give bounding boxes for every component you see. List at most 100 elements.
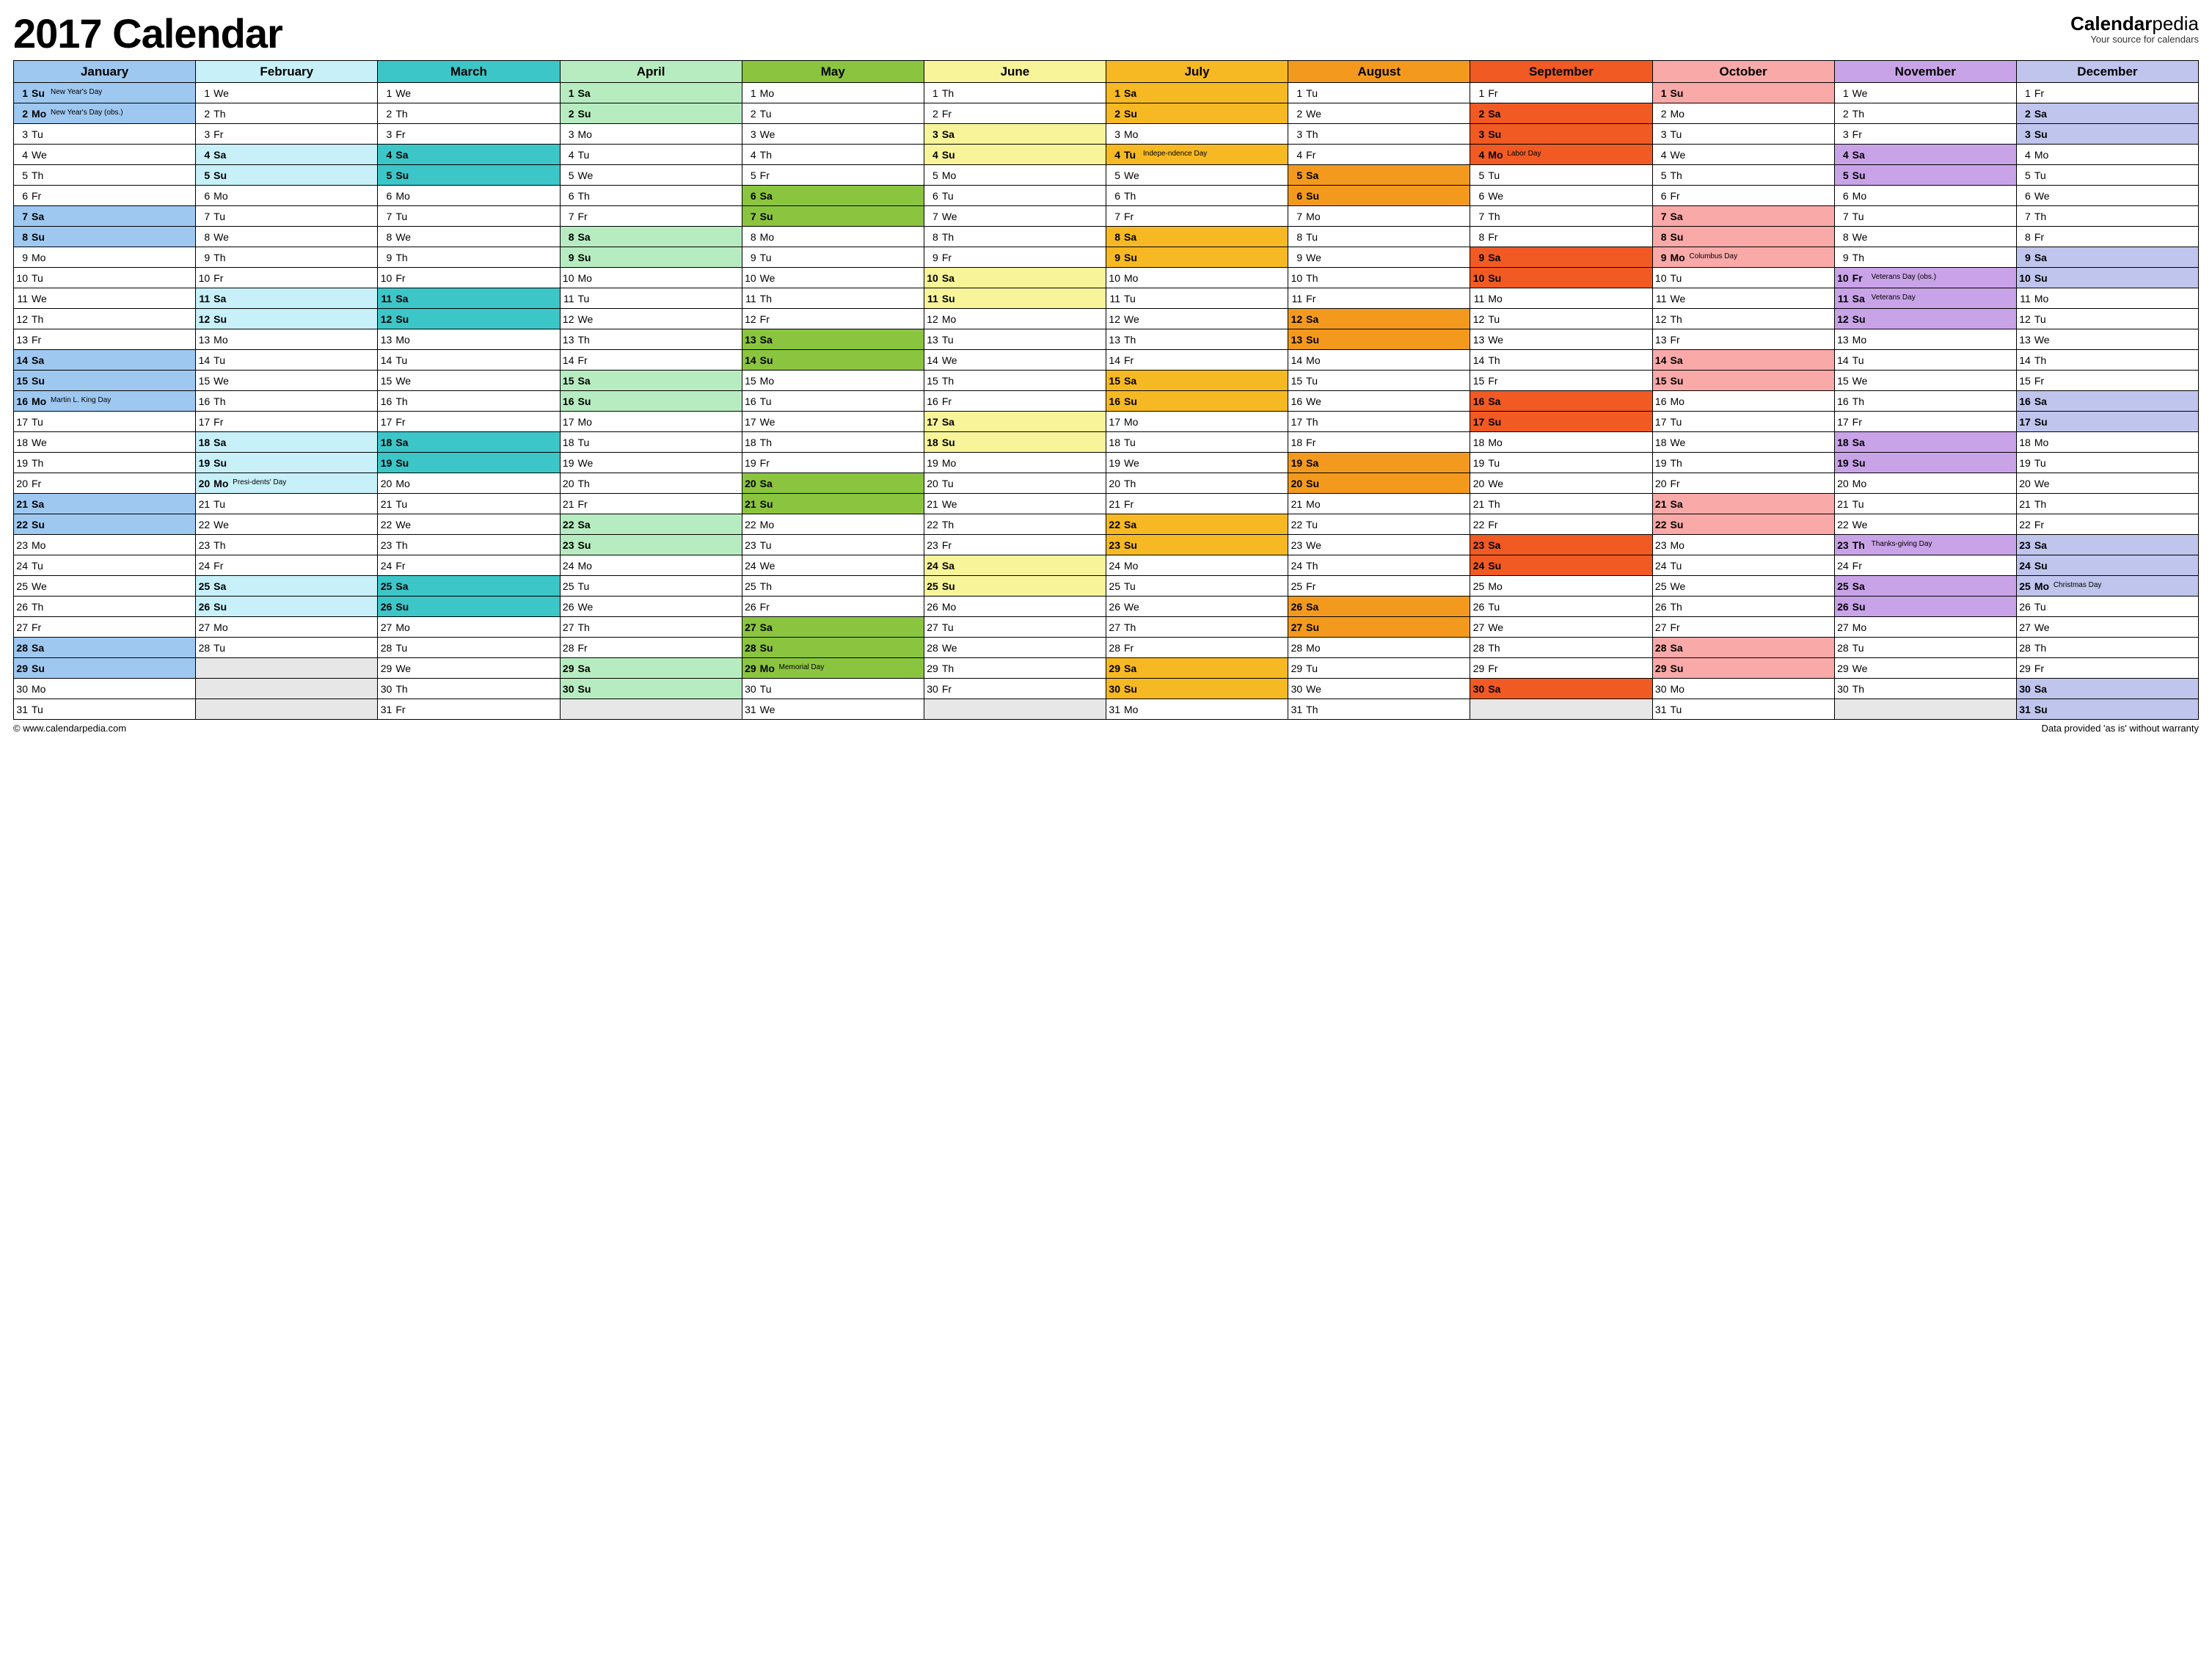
day-of-week: Sa: [212, 437, 231, 448]
day-number: 1: [1288, 87, 1304, 99]
day-cell: 23Tu: [742, 535, 924, 555]
day-number: 17: [1106, 416, 1123, 428]
day-number: 26: [561, 601, 577, 613]
day-cell: 22Fr: [1470, 514, 1651, 535]
day-number: 31: [1288, 704, 1304, 715]
day-cell: 21We: [924, 494, 1106, 514]
day-number: 17: [924, 416, 941, 428]
day-number: 22: [742, 519, 759, 530]
day-cell: 15We: [1835, 371, 2016, 391]
day-cell: 19Th: [1653, 453, 1834, 473]
day-number: 4: [378, 149, 394, 161]
day-of-week: Su: [1851, 313, 1870, 325]
day-of-week: Su: [941, 437, 960, 448]
day-number: 29: [378, 663, 394, 674]
day-of-week: Mo: [1486, 293, 1505, 304]
day-cell: 23Mo: [1653, 535, 1834, 555]
day-number: 18: [1106, 437, 1123, 448]
day-of-week: We: [1851, 375, 1870, 387]
day-number: 10: [1653, 272, 1669, 284]
day-cell: 23Sa: [1470, 535, 1651, 555]
day-cell: 2Th: [378, 103, 559, 124]
day-cell: 24We: [742, 555, 924, 576]
day-cell: 18Tu: [561, 432, 742, 453]
day-cell: 18Sa: [1835, 432, 2016, 453]
day-cell: 19Sa: [1288, 453, 1470, 473]
day-number: 24: [742, 560, 759, 572]
day-cell: 5Su: [378, 165, 559, 186]
day-number: 14: [1470, 354, 1486, 366]
day-cell: 27Sa: [742, 617, 924, 638]
day-number: 31: [742, 704, 759, 715]
day-number: 7: [14, 211, 30, 222]
month-column: September1Fr2Sa3Su4MoLabor Day5Tu6We7Th8…: [1470, 61, 1652, 720]
day-cell: 5Tu: [2017, 165, 2198, 186]
day-of-week: Tu: [212, 211, 231, 222]
day-of-week: We: [394, 663, 413, 674]
day-number: 27: [14, 621, 30, 633]
day-of-week: We: [1851, 663, 1870, 674]
day-of-week: Su: [30, 519, 49, 530]
day-number: 7: [196, 211, 212, 222]
day-number: 30: [1835, 683, 1851, 695]
day-number: 6: [378, 190, 394, 202]
day-of-week: Fr: [30, 621, 49, 633]
day-number: 23: [742, 539, 759, 551]
day-number: 10: [196, 272, 212, 284]
day-cell: 12Su: [196, 309, 377, 329]
day-cell: 1We: [196, 83, 377, 103]
day-cell: 13We: [1470, 329, 1651, 350]
day-cell: 23Th: [378, 535, 559, 555]
day-cell: 10Fr: [378, 268, 559, 288]
day-of-week: Mo: [1669, 683, 1688, 695]
day-cell: 30Sa: [1470, 679, 1651, 699]
day-cell: 21Su: [742, 494, 924, 514]
day-cell: 17Su: [2017, 412, 2198, 432]
day-number: 14: [196, 354, 212, 366]
day-cell: 5Sa: [1288, 165, 1470, 186]
day-of-week: Sa: [1851, 580, 1870, 592]
day-cell: 26Mo: [924, 597, 1106, 617]
day-of-week: Tu: [759, 252, 778, 263]
day-of-week: Th: [1851, 395, 1870, 407]
month-column: August1Tu2We3Th4Fr5Sa6Su7Mo8Tu9We10Th11F…: [1288, 61, 1470, 720]
day-of-week: Tu: [1669, 416, 1688, 428]
day-of-week: Su: [2033, 560, 2052, 572]
day-number: 2: [196, 108, 212, 120]
day-cell: 11Tu: [1106, 288, 1288, 309]
day-cell: 25Sa: [378, 576, 559, 597]
day-number: 19: [561, 457, 577, 469]
day-of-week: Sa: [759, 190, 778, 202]
day-number: 5: [924, 169, 941, 181]
day-of-week: Sa: [1851, 149, 1870, 161]
day-cell: 13Mo: [196, 329, 377, 350]
day-cell: 17Fr: [196, 412, 377, 432]
day-cell: 8Fr: [1470, 227, 1651, 247]
day-of-week: Th: [30, 457, 49, 469]
day-number: 1: [196, 87, 212, 99]
day-of-week: Mo: [1851, 334, 1870, 346]
day-number: 19: [1470, 457, 1486, 469]
day-cell: 21Tu: [196, 494, 377, 514]
day-cell: 21Tu: [1835, 494, 2016, 514]
day-number: 17: [1470, 416, 1486, 428]
day-cell: 4Fr: [1288, 145, 1470, 165]
day-number: 17: [561, 416, 577, 428]
day-of-week: Tu: [394, 498, 413, 510]
day-number: 27: [1470, 621, 1486, 633]
day-of-week: Th: [1851, 252, 1870, 263]
day-cell: 29MoMemorial Day: [742, 658, 924, 679]
day-of-week: Su: [1669, 231, 1688, 243]
day-cell: 4TuIndepe-ndence Day: [1106, 145, 1288, 165]
day-of-week: We: [212, 519, 231, 530]
day-number: 12: [924, 313, 941, 325]
day-number: 1: [1106, 87, 1123, 99]
day-number: 2: [2017, 108, 2033, 120]
day-number: 27: [742, 621, 759, 633]
day-cell: 8Su: [1653, 227, 1834, 247]
day-number: 15: [1106, 375, 1123, 387]
day-of-week: Mo: [577, 560, 596, 572]
day-of-week: Su: [212, 313, 231, 325]
day-of-week: Th: [2033, 354, 2052, 366]
day-of-week: Tu: [759, 108, 778, 120]
